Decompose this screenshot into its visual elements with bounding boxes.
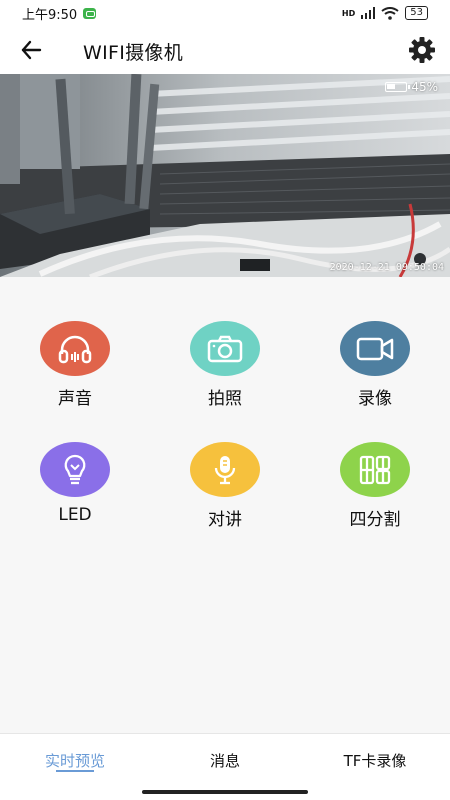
tab-messages[interactable]: 消息 — [195, 750, 255, 771]
battery-icon: 53 — [405, 6, 428, 20]
intercom-icon-circle — [190, 442, 260, 497]
home-indicator[interactable] — [142, 790, 308, 794]
video-icon — [356, 337, 394, 360]
camera-battery-indicator: 45% — [385, 80, 438, 94]
intercom-button[interactable]: 对讲 — [165, 442, 285, 542]
snapshot-button[interactable]: 拍照 — [165, 321, 285, 421]
camera-feed-image — [0, 74, 450, 277]
record-button[interactable]: 录像 — [315, 321, 435, 421]
tab-live-preview[interactable]: 实时预览 — [40, 750, 110, 771]
sound-label: 声音 — [58, 389, 92, 409]
led-icon-circle — [40, 442, 110, 497]
led-button[interactable]: LED — [15, 442, 135, 542]
snapshot-label: 拍照 — [208, 389, 242, 409]
record-label: 录像 — [358, 389, 392, 409]
headphones-icon — [58, 335, 92, 363]
camera-battery-percent: 45% — [411, 80, 438, 94]
notification-app-icon — [83, 7, 97, 19]
record-icon-circle — [340, 321, 410, 376]
quad-split-button[interactable]: 四分割 — [315, 442, 435, 542]
active-tab-indicator — [56, 770, 94, 772]
sound-button[interactable]: 声音 — [15, 321, 135, 421]
tab-tf-card-recordings[interactable]: TF卡录像 — [330, 750, 420, 771]
signal-icon — [361, 7, 376, 19]
microphone-icon — [214, 455, 236, 484]
quad-split-icon-circle — [340, 442, 410, 497]
app-header: WIFI摄像机 — [0, 26, 450, 74]
function-grid: 声音 拍照 录像 LED 对讲 四分割 — [0, 277, 450, 733]
arrow-left-icon — [21, 40, 42, 60]
status-indicators: HD 53 — [342, 6, 428, 20]
status-time: 上午9:50 — [22, 7, 78, 23]
camera-icon — [207, 335, 243, 362]
camera-timestamp: 2020-12-21 09:50:04 — [329, 262, 444, 273]
back-button[interactable] — [18, 38, 46, 62]
settings-button[interactable] — [408, 36, 436, 64]
snapshot-icon-circle — [190, 321, 260, 376]
led-label: LED — [58, 505, 92, 525]
network-type-label: HD — [341, 8, 356, 18]
wifi-icon — [381, 6, 399, 20]
bulb-icon — [64, 454, 86, 484]
quad-split-label: 四分割 — [349, 510, 401, 530]
gear-icon — [409, 37, 435, 63]
page-title: WIFI摄像机 — [83, 42, 184, 64]
grid-split-icon — [359, 455, 391, 484]
battery-icon — [385, 82, 411, 92]
status-bar: 上午9:50 HD 53 — [0, 0, 450, 26]
sound-icon-circle — [40, 321, 110, 376]
camera-preview[interactable]: 45% 2020-12-21 09:50:04 — [0, 74, 450, 277]
intercom-label: 对讲 — [208, 510, 242, 530]
